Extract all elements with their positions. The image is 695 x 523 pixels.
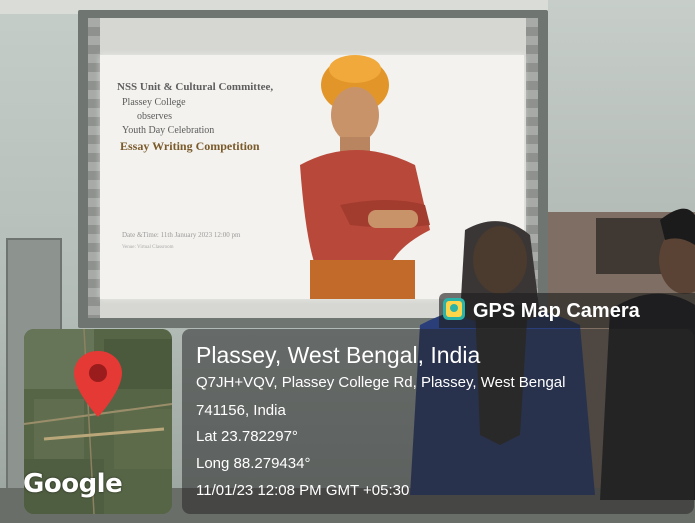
board-left-toolbar [88,18,100,318]
slide-datetime: Date &Time: 11th January 2023 12:00 pm [122,231,241,239]
address-line-2: 741156, India [196,402,286,419]
slide-venue: Venue: Virtual Classroom [122,245,174,250]
right-wall [548,0,695,220]
location-map-thumbnail: Google [24,329,172,514]
slide-college: Plassey College [122,97,186,108]
slide-observes: observes [137,111,172,122]
latitude: Lat 23.782297° [196,428,298,445]
place-title: Plassey, West Bengal, India [196,342,481,368]
slide-event: Youth Day Celebration [122,125,215,136]
gps-map-camera-badge: GPS Map Camera [439,293,695,328]
gps-map-camera-icon [443,298,465,320]
gps-app-name: GPS Map Camera [473,300,640,322]
slide-competition: Essay Writing Competition [120,139,260,153]
timestamp: 11/01/23 12:08 PM GMT +05:30 [196,482,410,499]
address-line-1: Q7JH+VQV, Plassey College Rd, Plassey, W… [196,374,566,391]
photo-scene: NSS Unit & Cultural Committee, Plassey C… [0,0,695,523]
google-logo: Google [24,469,123,499]
slide-organizer: NSS Unit & Cultural Committee, [117,81,274,93]
longitude: Long 88.279434° [196,455,311,472]
